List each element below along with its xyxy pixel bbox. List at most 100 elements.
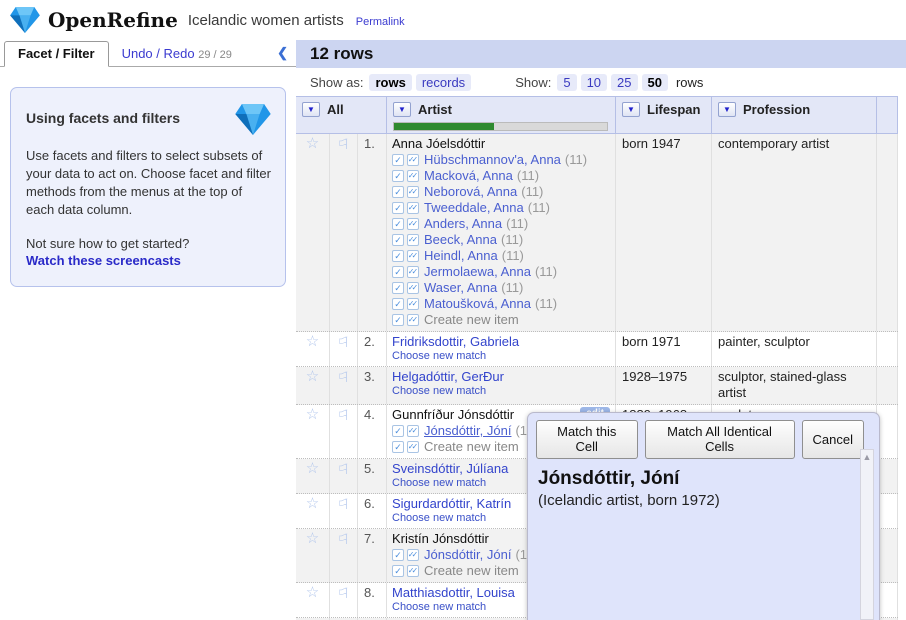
candidate-link[interactable]: Jónsdóttir, Jóní: [424, 547, 511, 563]
create-new-item-link[interactable]: Create new item: [424, 312, 519, 328]
match-this-icon[interactable]: ✓: [392, 298, 404, 310]
match-similar-icon[interactable]: ✓✓: [407, 266, 419, 278]
candidate-count: (11): [535, 264, 557, 280]
star-cell: ☆: [296, 367, 330, 404]
extra-cell: [877, 134, 898, 331]
matched-artist-link[interactable]: Sveinsdóttir, Júlíana: [392, 461, 508, 476]
match-similar-icon[interactable]: ✓✓: [407, 565, 419, 577]
candidate-link[interactable]: Jermolaewa, Anna: [424, 264, 531, 280]
match-this-icon[interactable]: ✓: [392, 202, 404, 214]
match-similar-icon[interactable]: ✓✓: [407, 250, 419, 262]
match-this-icon[interactable]: ✓: [392, 549, 404, 561]
match-this-icon[interactable]: ✓: [392, 218, 404, 230]
match-similar-icon[interactable]: ✓✓: [407, 186, 419, 198]
data-table-area: 12 rows Show as: rows records Show: 5 10…: [296, 40, 906, 620]
match-all-identical-cells-button[interactable]: Match All Identical Cells: [645, 420, 795, 459]
candidate-link[interactable]: Beeck, Anna: [424, 232, 497, 248]
profession-cell: contemporary artist: [712, 134, 877, 331]
flag-icon[interactable]: ⚐: [337, 585, 350, 601]
match-similar-icon[interactable]: ✓✓: [407, 282, 419, 294]
match-this-icon[interactable]: ✓: [392, 565, 404, 577]
match-similar-icon[interactable]: ✓✓: [407, 234, 419, 246]
candidate-link[interactable]: Neborová, Anna: [424, 184, 517, 200]
popup-scrollbar[interactable]: ▲: [860, 449, 874, 620]
matched-artist-link[interactable]: Matthiasdottir, Louisa: [392, 585, 515, 600]
flag-icon[interactable]: ⚐: [337, 496, 350, 512]
match-similar-icon[interactable]: ✓✓: [407, 170, 419, 182]
matched-artist-link[interactable]: Helgadóttir, GerÐur: [392, 369, 504, 384]
watch-screencasts-link[interactable]: Watch these screencasts: [26, 253, 181, 268]
flag-icon[interactable]: ⚐: [337, 461, 350, 477]
extra-cell: [877, 494, 898, 528]
match-this-icon[interactable]: ✓: [392, 441, 404, 453]
star-icon[interactable]: ☆: [306, 406, 319, 423]
create-new-item-link[interactable]: Create new item: [424, 563, 519, 579]
match-similar-icon[interactable]: ✓✓: [407, 441, 419, 453]
show-as-records-button[interactable]: records: [416, 74, 471, 91]
star-cell: ☆: [296, 332, 330, 366]
star-icon[interactable]: ☆: [306, 135, 319, 152]
candidate-link[interactable]: Matoušková, Anna: [424, 296, 531, 312]
match-similar-icon[interactable]: ✓✓: [407, 298, 419, 310]
row-index: 2.: [358, 332, 387, 366]
candidate-link[interactable]: Jónsdóttir, Jóní: [424, 423, 511, 439]
candidate-link[interactable]: Tweeddale, Anna: [424, 200, 524, 216]
matched-artist-link[interactable]: Fridriksdottir, Gabriela: [392, 334, 519, 349]
match-similar-icon[interactable]: ✓✓: [407, 314, 419, 326]
star-icon[interactable]: ☆: [306, 333, 319, 350]
match-similar-icon[interactable]: ✓✓: [407, 154, 419, 166]
profession-column-menu-button[interactable]: ▼: [718, 102, 736, 117]
flag-icon[interactable]: ⚐: [337, 334, 350, 350]
match-similar-icon[interactable]: ✓✓: [407, 549, 419, 561]
table-row: ☆⚐3.Helgadóttir, GerÐurChoose new match1…: [296, 367, 898, 405]
star-icon[interactable]: ☆: [306, 460, 319, 477]
match-this-icon[interactable]: ✓: [392, 170, 404, 182]
match-similar-icon[interactable]: ✓✓: [407, 218, 419, 230]
match-similar-icon[interactable]: ✓✓: [407, 425, 419, 437]
page-size-50-button[interactable]: 50: [642, 74, 668, 91]
page-size-10-button[interactable]: 10: [581, 74, 607, 91]
show-as-rows-button[interactable]: rows: [369, 74, 411, 91]
cancel-button[interactable]: Cancel: [802, 420, 864, 459]
create-new-item-link[interactable]: Create new item: [424, 439, 519, 455]
permalink-link[interactable]: Permalink: [356, 16, 405, 28]
match-this-icon[interactable]: ✓: [392, 314, 404, 326]
artist-column-menu-button[interactable]: ▼: [393, 102, 411, 117]
artist-cell: Fridriksdottir, GabrielaChoose new match: [387, 332, 616, 366]
match-this-icon[interactable]: ✓: [392, 282, 404, 294]
star-icon[interactable]: ☆: [306, 495, 319, 512]
flag-icon[interactable]: ⚐: [337, 136, 350, 152]
collapse-panel-icon[interactable]: ❮: [277, 45, 288, 61]
choose-new-match-link[interactable]: Choose new match: [392, 385, 615, 398]
scroll-up-icon[interactable]: ▲: [861, 450, 873, 464]
match-this-icon[interactable]: ✓: [392, 154, 404, 166]
flag-icon[interactable]: ⚐: [337, 531, 350, 547]
extra-cell: [877, 529, 898, 582]
choose-new-match-link[interactable]: Choose new match: [392, 350, 615, 363]
match-this-icon[interactable]: ✓: [392, 250, 404, 262]
match-this-icon[interactable]: ✓: [392, 425, 404, 437]
star-icon[interactable]: ☆: [306, 530, 319, 547]
candidate-link[interactable]: Waser, Anna: [424, 280, 497, 296]
candidate-link[interactable]: Anders, Anna: [424, 216, 502, 232]
page-size-5-button[interactable]: 5: [557, 74, 576, 91]
flag-icon[interactable]: ⚐: [337, 407, 350, 423]
tab-undo-redo[interactable]: Undo / Redo 29 / 29: [109, 42, 245, 66]
match-this-icon[interactable]: ✓: [392, 234, 404, 246]
candidate-line: ✓✓✓Hübschmannov'a, Anna(11): [392, 152, 615, 168]
match-similar-icon[interactable]: ✓✓: [407, 202, 419, 214]
flag-icon[interactable]: ⚐: [337, 369, 350, 385]
match-this-icon[interactable]: ✓: [392, 186, 404, 198]
candidate-link[interactable]: Hübschmannov'a, Anna: [424, 152, 561, 168]
candidate-link[interactable]: Macková, Anna: [424, 168, 513, 184]
matched-artist-link[interactable]: Sigurdardóttir, Katrín: [392, 496, 511, 511]
all-column-menu-button[interactable]: ▼: [302, 102, 320, 117]
tab-facet-filter[interactable]: Facet / Filter: [4, 41, 109, 67]
match-this-icon[interactable]: ✓: [392, 266, 404, 278]
star-icon[interactable]: ☆: [306, 368, 319, 385]
page-size-25-button[interactable]: 25: [611, 74, 637, 91]
star-icon[interactable]: ☆: [306, 584, 319, 601]
candidate-link[interactable]: Heindl, Anna: [424, 248, 498, 264]
lifespan-column-menu-button[interactable]: ▼: [622, 102, 640, 117]
match-this-cell-button[interactable]: Match this Cell: [536, 420, 638, 459]
